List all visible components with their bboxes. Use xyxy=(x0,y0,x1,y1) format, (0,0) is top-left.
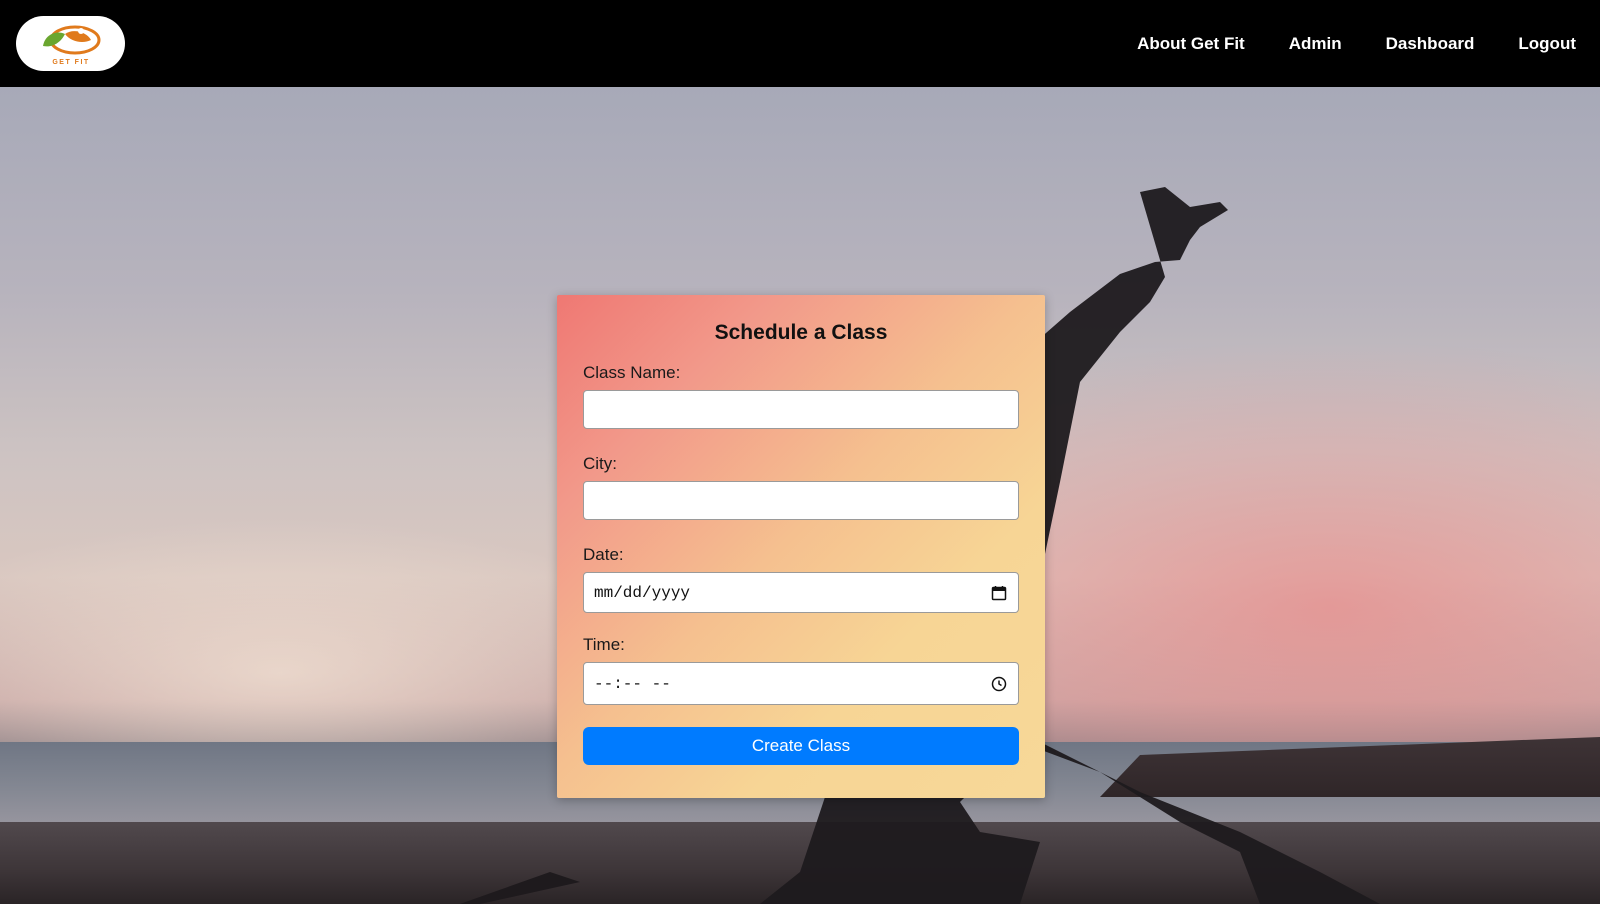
get-fit-logo-icon: GET FIT xyxy=(42,25,100,66)
svg-text:GET FIT: GET FIT xyxy=(52,59,89,66)
date-input[interactable]: mm/dd/yyyy xyxy=(583,572,1019,613)
calendar-icon[interactable] xyxy=(990,584,1008,602)
time-label: Time: xyxy=(583,635,625,654)
main-nav: About Get Fit Admin Dashboard Logout xyxy=(1093,34,1576,54)
date-input-value: mm/dd/yyyy xyxy=(594,583,691,602)
create-class-button[interactable]: Create Class xyxy=(583,727,1019,765)
nav-admin[interactable]: Admin xyxy=(1289,34,1342,54)
form-title: Schedule a Class xyxy=(714,321,888,344)
schedule-class-form: Schedule a Class Class Name: City: Date:… xyxy=(557,295,1045,798)
city-input[interactable] xyxy=(583,481,1019,520)
nav-about-get-fit[interactable]: About Get Fit xyxy=(1137,34,1245,54)
clock-icon[interactable] xyxy=(990,675,1008,693)
city-label: City: xyxy=(583,454,617,473)
nav-logout[interactable]: Logout xyxy=(1518,34,1576,54)
top-navbar: GET FIT About Get Fit Admin Dashboard Lo… xyxy=(0,0,1600,87)
nav-dashboard[interactable]: Dashboard xyxy=(1386,34,1475,54)
time-input-value: --:-- -- xyxy=(594,674,671,693)
class-name-input[interactable] xyxy=(583,390,1019,429)
class-name-label: Class Name: xyxy=(583,363,681,382)
time-input[interactable]: --:-- -- xyxy=(583,662,1019,705)
get-fit-logo[interactable]: GET FIT xyxy=(16,16,125,71)
date-label: Date: xyxy=(583,545,624,564)
